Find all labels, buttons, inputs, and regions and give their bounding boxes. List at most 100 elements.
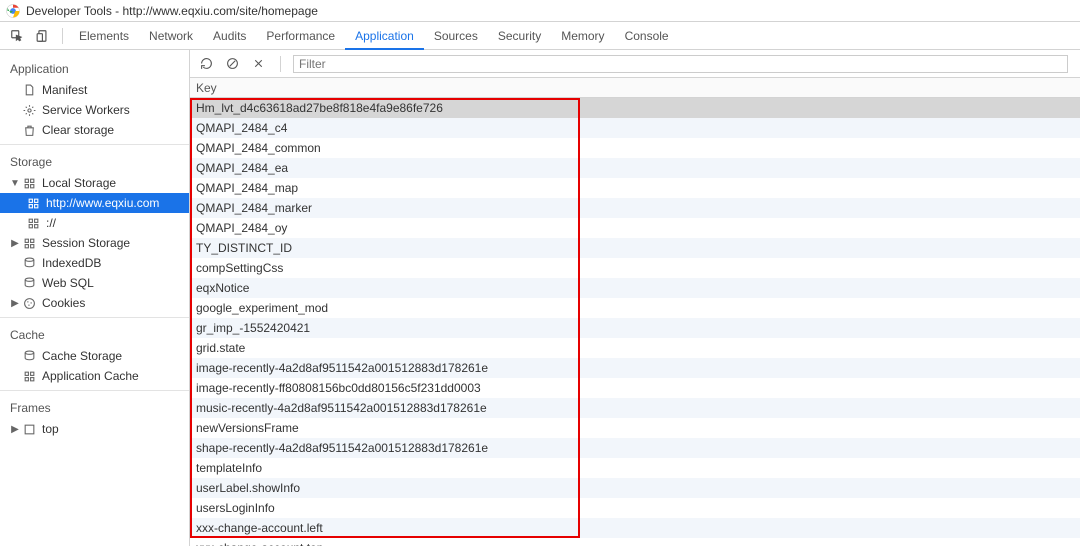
tab-network[interactable]: Network [139,22,203,50]
filter-input[interactable] [293,55,1068,73]
sidebar-item-label: Cookies [42,296,85,310]
storage-key-row[interactable]: xxx-change-account.left [190,518,1080,538]
grid-icon [22,369,36,383]
clear-all-icon[interactable] [222,54,242,74]
sidebar-item-label: Local Storage [42,176,116,190]
sidebar-item-label: Session Storage [42,236,130,250]
main-split: Application Manifest Service Workers Cle… [0,50,1080,546]
chrome-logo-icon [6,4,20,18]
grid-icon [26,216,40,230]
inspect-icon[interactable] [4,23,30,49]
storage-key-row[interactable]: eqxNotice [190,278,1080,298]
tab-memory[interactable]: Memory [551,22,614,50]
sidebar-item-label: Manifest [42,83,87,97]
storage-key-row[interactable]: compSettingCss [190,258,1080,278]
sidebar-item-label: Service Workers [42,103,130,117]
sidebar-item-local-storage[interactable]: ▼ Local Storage [0,173,189,193]
expand-arrow-icon[interactable]: ▶ [10,298,20,309]
storage-key-row[interactable]: QMAPI_2484_c4 [190,118,1080,138]
window-titlebar: Developer Tools - http://www.eqxiu.com/s… [0,0,1080,22]
key-list: Hm_lvt_d4c63618ad27be8f818e4fa9e86fe726Q… [190,98,1080,546]
sidebar-item-label: IndexedDB [42,256,101,270]
grid-icon [22,236,36,250]
sidebar-group-storage: Storage [0,149,189,173]
sidebar-item-label: Web SQL [42,276,94,290]
divider [0,390,189,391]
tab-console[interactable]: Console [615,22,679,50]
divider [0,317,189,318]
sidebar-item-application-cache[interactable]: Application Cache [0,366,189,386]
delete-selected-icon[interactable] [248,54,268,74]
storage-key-row[interactable]: userLabel.showInfo [190,478,1080,498]
tab-application[interactable]: Application [345,22,424,50]
tab-sources[interactable]: Sources [424,22,488,50]
sidebar-item-clear-storage[interactable]: Clear storage [0,120,189,140]
sidebar-item-service-workers[interactable]: Service Workers [0,100,189,120]
storage-key-row[interactable]: image-recently-ff80808156bc0dd80156c5f23… [190,378,1080,398]
storage-key-row[interactable]: music-recently-4a2d8af9511542a001512883d… [190,398,1080,418]
sidebar-item-label: Cache Storage [42,349,122,363]
storage-key-row[interactable]: QMAPI_2484_oy [190,218,1080,238]
storage-key-row[interactable]: image-recently-4a2d8af9511542a001512883d… [190,358,1080,378]
storage-key-row[interactable]: google_experiment_mod [190,298,1080,318]
sidebar-item-indexeddb[interactable]: IndexedDB [0,253,189,273]
storage-key-row[interactable]: usersLoginInfo [190,498,1080,518]
sidebar-item-session-storage[interactable]: ▶ Session Storage [0,233,189,253]
db-icon [22,349,36,363]
application-sidebar: Application Manifest Service Workers Cle… [0,50,190,546]
sidebar-item-label: Clear storage [42,123,114,137]
storage-key-row[interactable]: QMAPI_2484_map [190,178,1080,198]
expand-arrow-icon[interactable]: ▶ [10,238,20,249]
storage-key-row[interactable]: QMAPI_2484_ea [190,158,1080,178]
storage-key-row[interactable]: Hm_lvt_d4c63618ad27be8f818e4fa9e86fe726 [190,98,1080,118]
file-icon [22,83,36,97]
key-column-header[interactable]: Key [190,78,1080,98]
divider [280,56,281,72]
sidebar-item-label: Application Cache [42,369,139,383]
sidebar-group-application: Application [0,56,189,80]
frame-icon [22,422,36,436]
tab-security[interactable]: Security [488,22,551,50]
devtools-tabstrip: ElementsNetworkAuditsPerformanceApplicat… [0,22,1080,50]
storage-content: Key Hm_lvt_d4c63618ad27be8f818e4fa9e86fe… [190,50,1080,546]
gear-icon [22,103,36,117]
sidebar-item-cookies[interactable]: ▶ Cookies [0,293,189,313]
storage-key-row[interactable]: gr_imp_-1552420421 [190,318,1080,338]
grid-icon [26,196,40,210]
window-title: Developer Tools - http://www.eqxiu.com/s… [26,4,318,18]
storage-key-row[interactable]: TY_DISTINCT_ID [190,238,1080,258]
storage-key-row[interactable]: QMAPI_2484_marker [190,198,1080,218]
sidebar-item-label: :// [46,216,56,230]
tab-elements[interactable]: Elements [69,22,139,50]
storage-key-row[interactable]: shape-recently-4a2d8af9511542a001512883d… [190,438,1080,458]
sidebar-item-manifest[interactable]: Manifest [0,80,189,100]
sidebar-item-top[interactable]: ▶ top [0,419,189,439]
sidebar-item--[interactable]: :// [0,213,189,233]
db-icon [22,276,36,290]
sidebar-item-label: top [42,422,59,436]
refresh-icon[interactable] [196,54,216,74]
content-toolbar [190,50,1080,78]
storage-key-row[interactable]: xxx-change-account.top [190,538,1080,546]
storage-key-row[interactable]: newVersionsFrame [190,418,1080,438]
grid-icon [22,176,36,190]
storage-key-row[interactable]: QMAPI_2484_common [190,138,1080,158]
divider [0,144,189,145]
trash-icon [22,123,36,137]
device-toggle-icon[interactable] [30,23,56,49]
tab-audits[interactable]: Audits [203,22,256,50]
tab-performance[interactable]: Performance [256,22,345,50]
cookie-icon [22,296,36,310]
storage-key-row[interactable]: templateInfo [190,458,1080,478]
sidebar-item-http-www-eqxiu-com[interactable]: http://www.eqxiu.com [0,193,189,213]
storage-key-row[interactable]: grid.state [190,338,1080,358]
expand-arrow-icon[interactable]: ▼ [10,178,20,189]
db-icon [22,256,36,270]
sidebar-group-frames: Frames [0,395,189,419]
sidebar-item-web-sql[interactable]: Web SQL [0,273,189,293]
sidebar-item-label: http://www.eqxiu.com [46,196,159,210]
sidebar-item-cache-storage[interactable]: Cache Storage [0,346,189,366]
divider [62,28,63,44]
expand-arrow-icon[interactable]: ▶ [10,424,20,435]
sidebar-group-cache: Cache [0,322,189,346]
